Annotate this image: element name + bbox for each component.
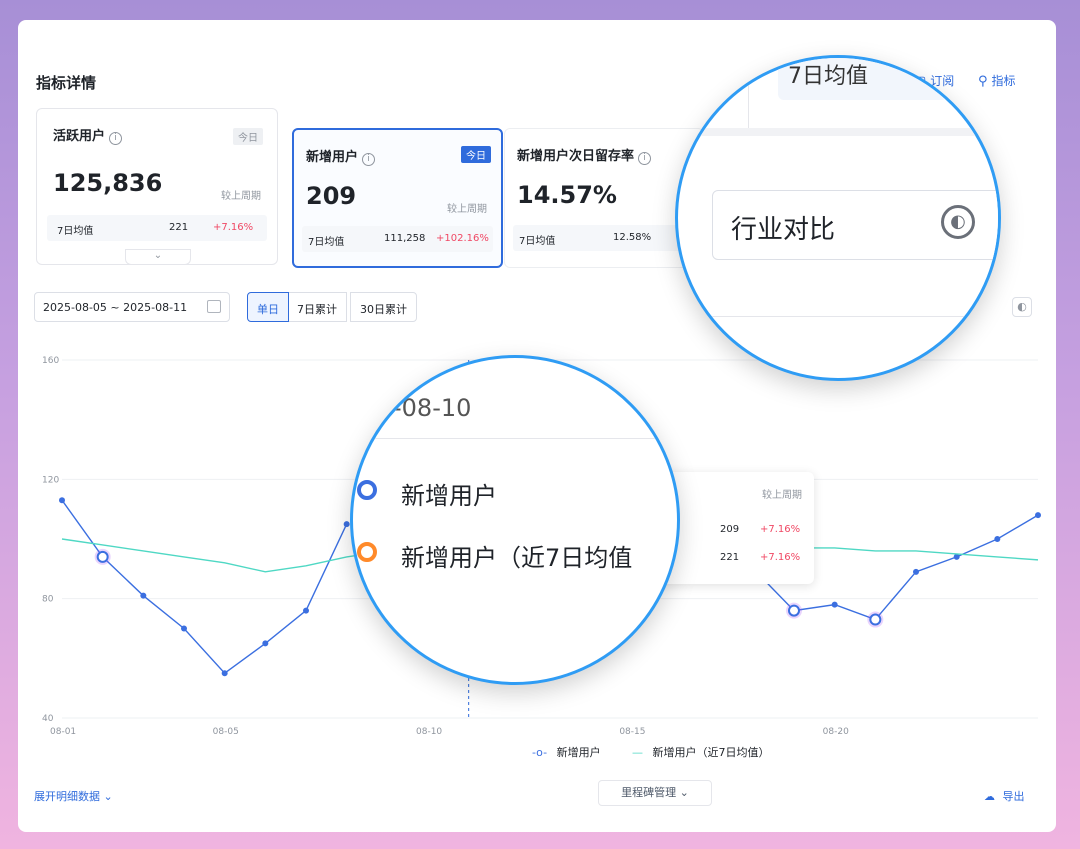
tooltip-value: 221 (720, 552, 740, 563)
blue-series-marker-icon (357, 480, 377, 500)
x-tick-label: 08-20 (823, 727, 849, 737)
card-title: 活跃用户 i (53, 125, 123, 145)
data-point (59, 497, 65, 504)
line-marker-icon: -o- (532, 746, 548, 759)
today-badge: 今日 (461, 146, 491, 163)
x-tick-label: 08-10 (416, 727, 442, 737)
data-point (221, 670, 228, 677)
cloud-download-icon: ☁ (984, 790, 995, 803)
industry-compare-button[interactable]: 行业对比 ◐ (712, 190, 998, 260)
avg-row: 7日均值 221 +7.16% (47, 215, 267, 241)
x-tick-label: 08-01 (50, 727, 76, 737)
tab-single-day[interactable]: 单日 (247, 292, 289, 322)
date-range-picker[interactable]: 2025-08-05 ~ 2025-08-11 (34, 292, 230, 322)
y-tick-label: 120 (42, 475, 59, 485)
tab-7-day-cumulative[interactable]: 7日累计 (287, 292, 347, 322)
legend-item-new-users[interactable]: -o- 新增用户 (532, 744, 601, 760)
data-point (953, 553, 960, 560)
x-tick-label: 08-15 (619, 727, 645, 737)
today-badge: 今日 (233, 128, 263, 145)
metrics-button[interactable]: ⚲ 指标 (978, 72, 1016, 89)
avg-chip: 7日均值 (778, 58, 948, 100)
metric-card-retention[interactable]: 新增用户次日留存率i 14.57% 较 7日均值 12.58% (504, 128, 704, 268)
chevron-down-icon: ⌄ (100, 790, 113, 803)
tab-30-day-cumulative[interactable]: 30日累计 (350, 292, 417, 322)
info-icon: i (362, 153, 376, 166)
search-icon: ⚲ (978, 74, 988, 89)
calendar-icon (207, 300, 221, 313)
info-icon: i (109, 132, 123, 145)
orange-series-marker-icon (357, 542, 377, 562)
expand-card-button[interactable]: ⌄ (125, 249, 191, 265)
tooltip-change: +7.16% (760, 552, 801, 563)
compare-label: 较上周期 (447, 204, 487, 215)
metric-card-new-users[interactable]: 新增用户 i 今日 209 较上周期 7日均值 111,258 +102.16% (292, 128, 503, 268)
industry-compare-icon: ◐ (941, 205, 975, 239)
avg-row: 7日均值 12.58% (513, 225, 697, 251)
highlighted-data-point (96, 550, 109, 563)
data-point (913, 568, 919, 575)
card-title: 新增用户 i (306, 146, 376, 166)
data-point (994, 536, 1001, 542)
y-tick-label: 80 (42, 595, 54, 605)
y-tick-label: 160 (42, 356, 59, 366)
card-value: 14.57% (517, 181, 617, 209)
info-icon: i (638, 152, 652, 165)
data-point (140, 592, 147, 599)
milestone-management-button[interactable]: 里程碑管理 ⌄ (598, 780, 712, 806)
card-value: 209 (306, 182, 357, 210)
data-point (262, 640, 269, 647)
legend-item-7day-avg[interactable]: — 新增用户（近7日均值） (632, 744, 770, 760)
data-point (831, 601, 838, 608)
industry-compare-icon[interactable]: ◐ (1012, 297, 1032, 317)
export-button[interactable]: ☁ 导出 (984, 788, 1025, 804)
tooltip-compare-label: 较上周期 (762, 490, 802, 501)
avg-row: 7日均值 111,258 +102.16% (302, 226, 493, 252)
highlighted-data-point (869, 613, 882, 626)
zoom-bubble-industry-compare: 7日均值 行业对比 ◐ (675, 55, 1001, 381)
data-point (1035, 512, 1041, 519)
card-title: 新增用户次日留存率 i (517, 145, 652, 165)
page-title: 指标详情 (36, 74, 97, 92)
line-marker-icon: — (632, 746, 643, 759)
data-point (303, 607, 309, 614)
zoom-bubble-tooltip: -08-10 新增用户 新增用户（近7日均值 (350, 355, 680, 685)
y-tick-label: 40 (42, 714, 54, 724)
compare-label: 较上周期 (221, 191, 261, 202)
tooltip-change: +7.16% (760, 524, 801, 535)
card-value: 125,836 (53, 169, 163, 197)
x-tick-label: 08-05 (213, 727, 239, 737)
chevron-down-icon: ⌄ (676, 786, 689, 799)
highlighted-data-point (788, 604, 800, 617)
metric-card-active-users[interactable]: 活跃用户 i 今日 125,836 较上周期 7日均值 221 +7.16% ⌄ (36, 108, 278, 265)
data-point (343, 521, 350, 528)
chevron-down-icon: ⌄ (153, 250, 163, 261)
expand-details-link[interactable]: 展开明细数据 ⌄ (34, 788, 113, 804)
data-point (181, 625, 187, 632)
tooltip-value: 209 (720, 524, 740, 535)
